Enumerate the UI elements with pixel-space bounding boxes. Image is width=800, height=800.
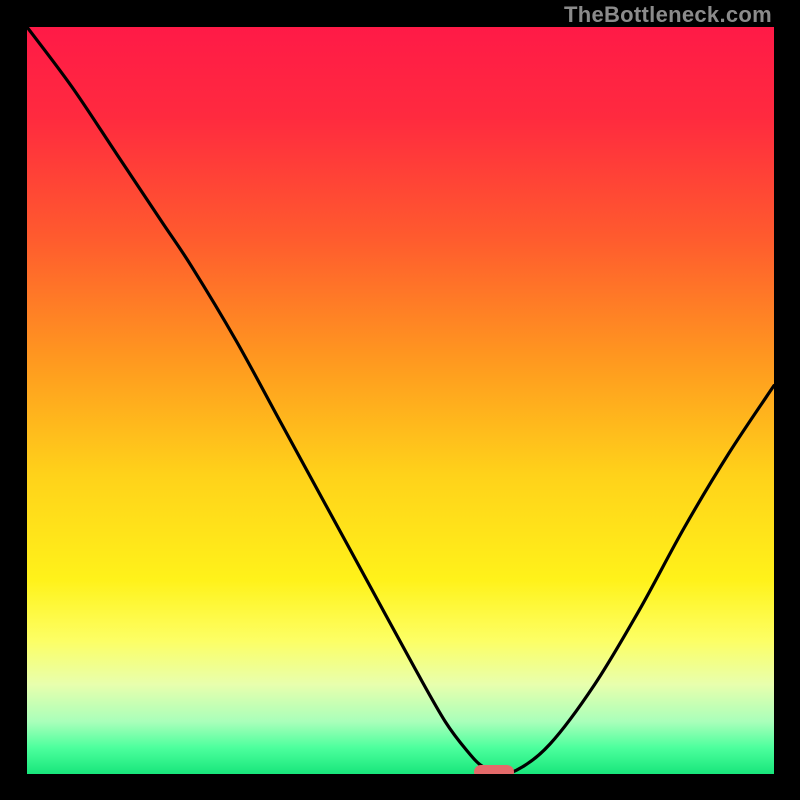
- chart-frame: TheBottleneck.com: [0, 0, 800, 800]
- watermark-text: TheBottleneck.com: [564, 2, 772, 28]
- plot-area: [27, 27, 774, 774]
- optimal-marker: [474, 765, 514, 774]
- bottleneck-curve: [27, 27, 774, 774]
